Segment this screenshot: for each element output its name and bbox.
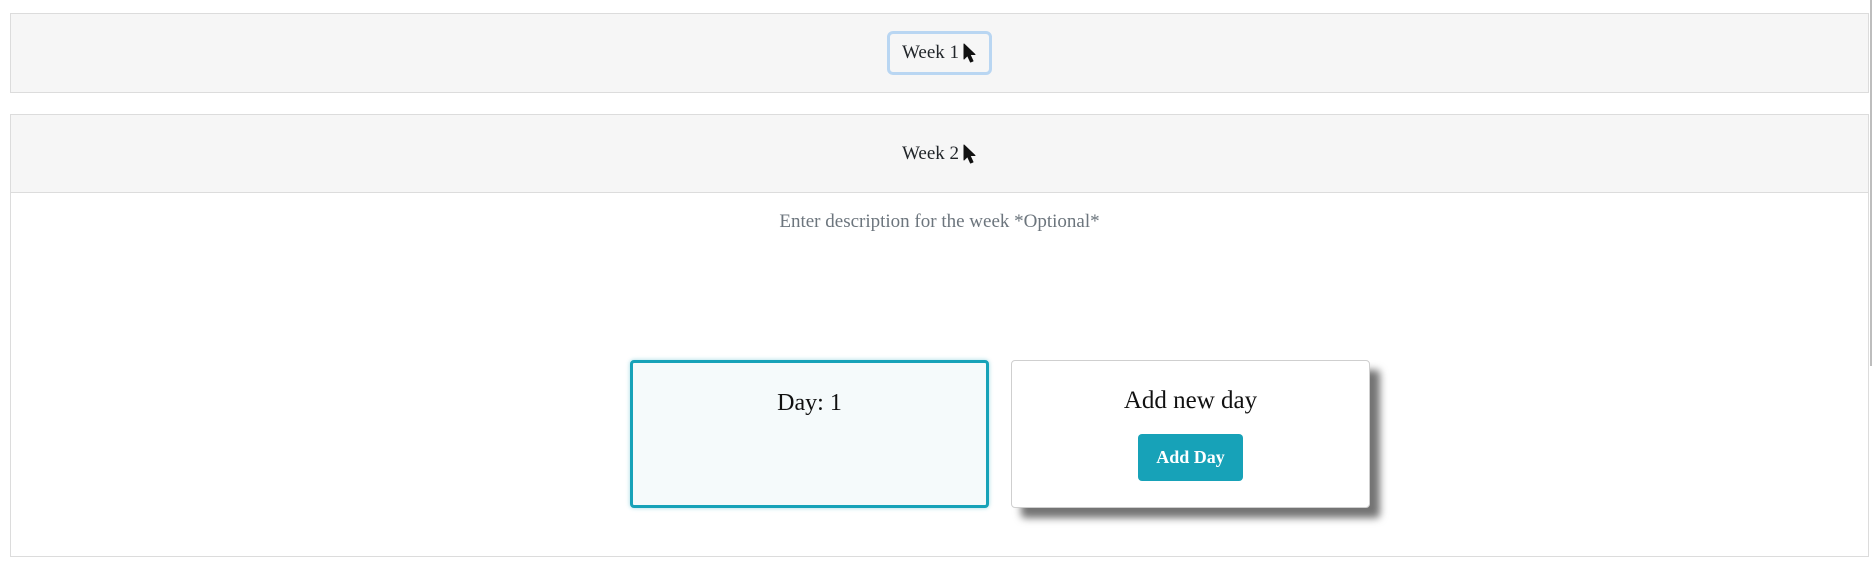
cursor-arrow-icon — [963, 43, 976, 63]
week-1-panel: Week 1 — [10, 13, 1869, 93]
week-description-field[interactable]: Enter description for the week *Optional… — [11, 211, 1868, 233]
page-scrollbar[interactable] — [1869, 0, 1873, 561]
week-2-panel: Week 2 Enter description for the week *O… — [10, 114, 1869, 557]
add-new-day-title: Add new day — [1123, 387, 1258, 414]
add-day-button[interactable]: Add Day — [1138, 434, 1243, 481]
week-2-body: Enter description for the week *Optional… — [11, 193, 1868, 556]
day-1-card[interactable]: Day: 1 — [630, 360, 989, 508]
scrollbar-thumb[interactable] — [1870, 0, 1872, 366]
week-2-header: Week 2 — [11, 115, 1868, 193]
week-1-label: Week 1 — [901, 42, 960, 63]
week-1-toggle-button[interactable]: Week 1 — [886, 31, 993, 75]
week-1-header: Week 1 — [11, 14, 1868, 92]
week-2-toggle-button[interactable]: Week 2 — [887, 132, 992, 176]
add-new-day-card: Add new day Add Day — [1011, 360, 1370, 508]
week-2-label: Week 2 — [901, 142, 960, 164]
day-1-title: Day: 1 — [777, 390, 842, 416]
cursor-arrow-icon — [963, 144, 976, 163]
